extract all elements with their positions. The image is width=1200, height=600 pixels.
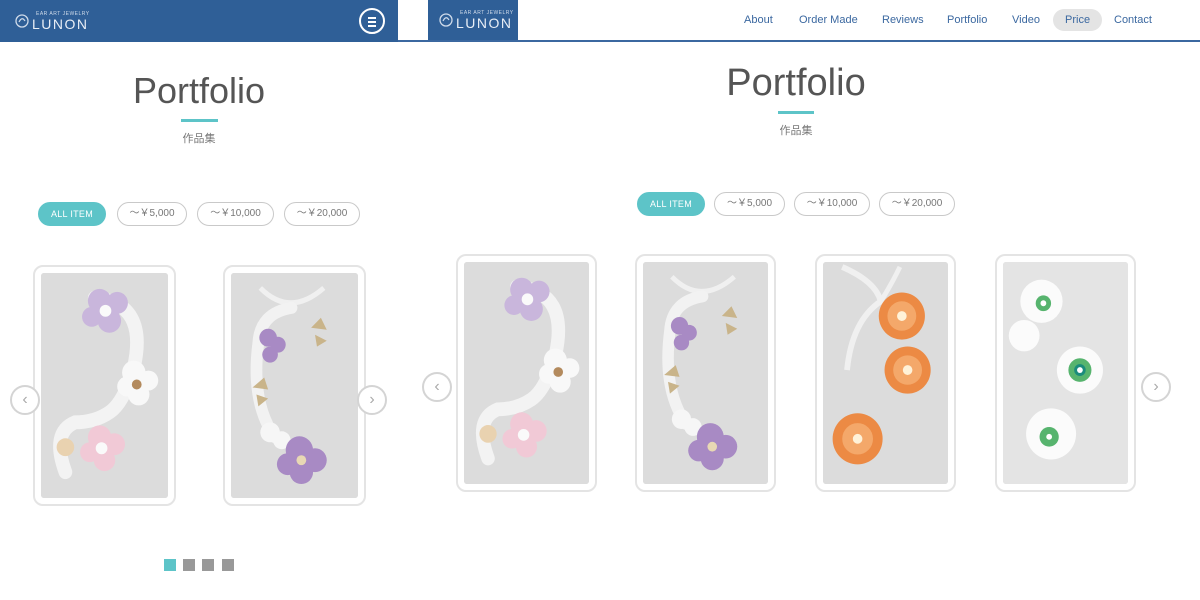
pagination-dot[interactable] xyxy=(164,559,176,571)
site-logo[interactable]: EAR ART JEWELRY LUNON xyxy=(14,11,94,33)
logo-mark-icon xyxy=(439,13,453,27)
title-underline xyxy=(181,119,218,122)
pagination-dot[interactable] xyxy=(202,559,214,571)
page-title: Portfolio xyxy=(726,62,866,104)
logo-mark-icon xyxy=(15,14,29,28)
logo-name: LUNON xyxy=(32,16,89,32)
nav-reviews[interactable]: Reviews xyxy=(882,9,924,31)
nav-about[interactable]: About xyxy=(744,9,773,31)
purple-flower-butterfly-ear-cuff-icon xyxy=(231,273,358,498)
portfolio-card[interactable] xyxy=(223,265,366,506)
mobile-header: EAR ART JEWELRY LUNON xyxy=(0,0,398,42)
page: EAR ART JEWELRY LUNON Portfolio 作品集 ALL … xyxy=(0,0,1200,600)
desktop-view: EAR ART JEWELRY LUNON About Order Made R… xyxy=(398,0,1200,600)
portfolio-card[interactable] xyxy=(815,254,956,492)
page-subtitle: 作品集 xyxy=(779,125,813,137)
mobile-view: EAR ART JEWELRY LUNON Portfolio 作品集 ALL … xyxy=(0,0,398,600)
filter-under-10000[interactable]: ～￥10,000 xyxy=(794,192,870,216)
purple-flower-butterfly-ear-cuff-icon xyxy=(643,262,768,484)
site-logo[interactable]: EAR ART JEWELRY LUNON xyxy=(428,0,518,40)
filter-all-item[interactable]: ALL ITEM xyxy=(38,202,106,226)
chevron-left-icon[interactable]: ‹ xyxy=(10,385,40,415)
page-subtitle: 作品集 xyxy=(182,133,216,145)
chevron-right-icon[interactable]: › xyxy=(1141,372,1171,402)
portfolio-card[interactable] xyxy=(456,254,597,492)
portfolio-card[interactable] xyxy=(995,254,1136,492)
filter-under-10000[interactable]: ～￥10,000 xyxy=(197,202,274,226)
chevron-right-icon[interactable]: › xyxy=(357,385,387,415)
pagination-dot[interactable] xyxy=(222,559,234,571)
logo-name: LUNON xyxy=(456,15,513,31)
nav-price[interactable]: Price xyxy=(1053,9,1103,31)
nav-contact[interactable]: Contact xyxy=(1114,9,1152,31)
nav-portfolio[interactable]: Portfolio xyxy=(947,9,987,31)
filter-under-20000[interactable]: ～￥20,000 xyxy=(284,202,360,226)
orange-flower-ear-cuff-icon xyxy=(823,262,948,484)
filter-all-item[interactable]: ALL ITEM xyxy=(637,192,705,216)
nav-video[interactable]: Video xyxy=(1012,9,1040,31)
lilac-and-pink-flower-ear-cuff-icon xyxy=(41,273,168,498)
desktop-header: EAR ART JEWELRY LUNON About Order Made R… xyxy=(398,0,1200,42)
hamburger-menu-icon[interactable] xyxy=(359,8,385,34)
filter-under-20000[interactable]: ～￥20,000 xyxy=(879,192,955,216)
portfolio-card[interactable] xyxy=(33,265,176,506)
filter-under-5000[interactable]: ～￥5,000 xyxy=(117,202,187,226)
pagination-dot[interactable] xyxy=(183,559,195,571)
chevron-left-icon[interactable]: ‹ xyxy=(422,372,452,402)
lilac-and-pink-flower-ear-cuff-icon xyxy=(464,262,589,484)
title-underline xyxy=(778,111,814,114)
page-title: Portfolio xyxy=(132,70,266,111)
filter-under-5000[interactable]: ～￥5,000 xyxy=(714,192,785,216)
white-green-flower-ear-cuff-icon xyxy=(1003,262,1128,484)
portfolio-card[interactable] xyxy=(635,254,776,492)
nav-order-made[interactable]: Order Made xyxy=(799,9,858,31)
